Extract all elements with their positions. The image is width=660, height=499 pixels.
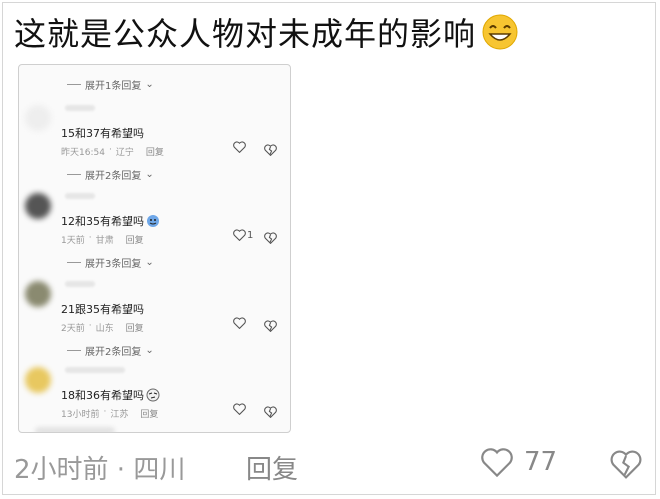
heart-icon	[233, 317, 246, 329]
comment-text: 15和37有希望吗	[61, 127, 144, 140]
comment-item: 18和36有希望吗 13小时前 · 江苏 回复	[19, 367, 290, 427]
heart-icon	[233, 229, 246, 241]
expand-replies[interactable]: 展开3条回复 ⌄	[67, 255, 154, 270]
next-comment-partial	[35, 427, 115, 432]
smirk-face-icon	[146, 388, 160, 402]
dislike-button[interactable]	[264, 141, 277, 160]
comment-meta: 13小时前 · 江苏 回复	[61, 407, 159, 420]
comment-meta: 1天前 · 甘肃 回复	[61, 233, 144, 246]
post-title: 这就是公众人物对未成年的影响	[14, 15, 477, 53]
dislike-button[interactable]	[264, 403, 277, 422]
expand-replies[interactable]: 展开1条回复 ⌄	[67, 77, 154, 92]
comment-item: 12和35有希望吗 1天前 · 甘肃 回复 1	[19, 193, 290, 253]
reply-link[interactable]: 回复	[126, 233, 144, 246]
shy-face-icon	[146, 214, 160, 228]
comment-meta: 昨天16:54 · 辽宁 回复	[61, 145, 164, 158]
post-time-location: 2小时前 · 四川	[14, 455, 186, 485]
comment-text: 18和36有希望吗	[61, 387, 160, 403]
broken-heart-icon	[264, 406, 277, 419]
expand-replies[interactable]: 展开2条回复 ⌄	[67, 167, 154, 182]
broken-heart-icon	[264, 232, 277, 245]
dislike-button[interactable]	[264, 317, 277, 336]
like-button[interactable]: 77	[480, 447, 557, 477]
heart-icon	[481, 448, 513, 477]
post-footer: 2小时前 · 四川 回复 77	[14, 447, 644, 487]
reply-link[interactable]: 回复	[140, 407, 158, 420]
avatar[interactable]	[25, 193, 51, 219]
broken-heart-icon	[264, 320, 277, 333]
heart-icon	[233, 141, 246, 153]
avatar[interactable]	[25, 281, 51, 307]
like-count: 1	[247, 229, 254, 241]
grinning-face-icon	[480, 12, 520, 52]
comment-text: 12和35有希望吗	[61, 213, 160, 229]
comment-meta: 2天前 · 山东 回复	[61, 321, 144, 334]
avatar[interactable]	[25, 367, 51, 393]
reply-link[interactable]: 回复	[126, 321, 144, 334]
like-button[interactable]: 1	[233, 229, 253, 241]
username	[65, 193, 95, 199]
dislike-button[interactable]	[264, 229, 277, 248]
like-button[interactable]	[233, 403, 246, 415]
post-header: 这就是公众人物对未成年的影响	[14, 10, 520, 54]
reply-link[interactable]: 回复	[146, 145, 164, 158]
avatar[interactable]	[25, 105, 51, 131]
dislike-button[interactable]	[610, 449, 642, 486]
broken-heart-icon	[610, 450, 642, 479]
comment-item: 15和37有希望吗 昨天16:54 · 辽宁 回复	[19, 105, 290, 165]
broken-heart-icon	[264, 144, 277, 157]
like-button[interactable]	[233, 317, 246, 329]
like-button[interactable]	[233, 141, 246, 153]
reply-button[interactable]: 回复	[246, 449, 298, 486]
comment-item: 21跟35有希望吗 2天前 · 山东 回复	[19, 281, 290, 341]
username	[65, 367, 125, 373]
username	[65, 105, 95, 111]
like-count: 77	[524, 447, 558, 477]
embedded-screenshot: 展开1条回复 ⌄ 15和37有希望吗 昨天16:54 · 辽宁 回复 展开2条回复 ⌄ …	[18, 64, 291, 433]
expand-replies[interactable]: 展开2条回复 ⌄	[67, 343, 154, 358]
comment-text: 21跟35有希望吗	[61, 303, 144, 316]
username	[65, 281, 95, 287]
heart-icon	[233, 403, 246, 415]
